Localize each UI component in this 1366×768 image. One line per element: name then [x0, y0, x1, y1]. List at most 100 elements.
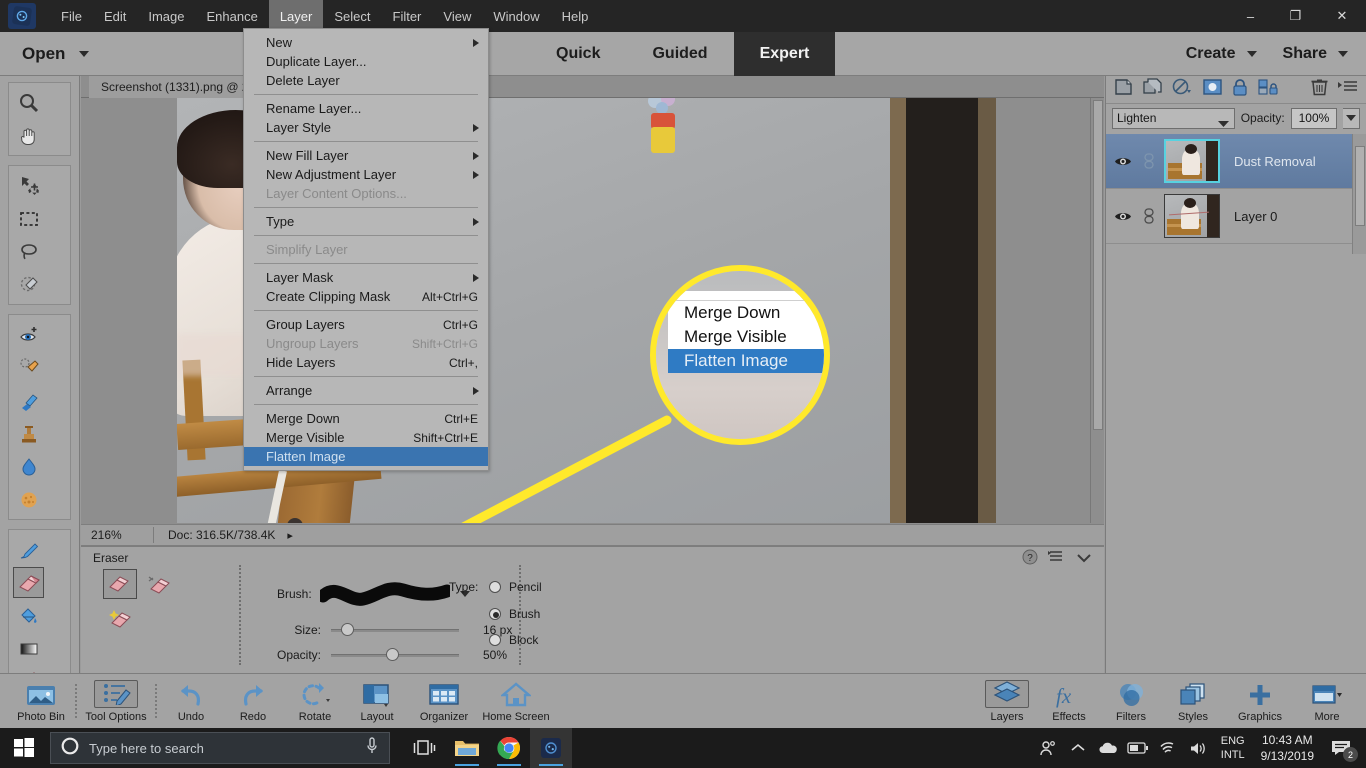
- search-input[interactable]: Type here to search: [50, 732, 390, 764]
- layers-panel-toolbar[interactable]: [1106, 76, 1366, 104]
- app-bottom-bar-left[interactable]: Photo Bin Tool Options Undo Redo Rotate …: [0, 675, 552, 727]
- redo-button[interactable]: Redo: [222, 675, 284, 727]
- smart-brush-tool-icon[interactable]: [13, 385, 44, 416]
- panel-menu-icon[interactable]: [1338, 80, 1358, 99]
- layers-panel-scroll-thumb[interactable]: [1355, 146, 1365, 226]
- menu-item-type[interactable]: Type: [244, 212, 488, 231]
- photo-bin-button[interactable]: Photo Bin: [10, 675, 72, 727]
- language-indicator[interactable]: ENG INTL: [1213, 734, 1253, 762]
- menu-image[interactable]: Image: [137, 0, 195, 32]
- hand-tool-icon[interactable]: [13, 120, 44, 151]
- background-eraser-mode-icon[interactable]: [141, 569, 175, 599]
- volume-icon[interactable]: [1183, 728, 1213, 768]
- photoshop-elements-taskbar-icon[interactable]: [530, 728, 572, 768]
- layer-row-layer-0[interactable]: Layer 0: [1106, 189, 1353, 244]
- layer-thumbnail[interactable]: [1164, 139, 1220, 183]
- lock-all-icon[interactable]: [1258, 78, 1279, 101]
- document-tab[interactable]: Screenshot (1331).png @ 2: [89, 76, 261, 98]
- size-slider[interactable]: [331, 623, 459, 637]
- task-view-icon[interactable]: [404, 728, 446, 768]
- rotate-button[interactable]: Rotate: [284, 675, 346, 727]
- brush-tool-icon[interactable]: [13, 534, 44, 565]
- tool-options-right-icons[interactable]: ?: [1022, 549, 1092, 570]
- brush-picker-row[interactable]: Brush:: [277, 579, 470, 609]
- size-row[interactable]: Size: 16 px: [281, 623, 512, 637]
- type-option-brush[interactable]: Brush: [489, 607, 540, 621]
- eraser-mode-buttons[interactable]: [103, 569, 175, 634]
- menu-item-hide-layers[interactable]: Hide Layers Ctrl+,: [244, 353, 488, 372]
- type-option-pencil[interactable]: Pencil: [489, 580, 542, 594]
- layers-button[interactable]: Layers: [976, 675, 1038, 727]
- block-radio-icon[interactable]: [489, 634, 501, 646]
- opacity-slider[interactable]: [331, 648, 459, 662]
- red-eye-removal-tool-icon[interactable]: [13, 319, 44, 350]
- layers-panel-scrollbar[interactable]: [1352, 134, 1366, 254]
- menu-file[interactable]: File: [50, 0, 93, 32]
- google-chrome-icon[interactable]: [488, 728, 530, 768]
- quick-selection-tool-icon[interactable]: [13, 269, 44, 300]
- canvas-area[interactable]: Merge Down Merge Visible Flatten Image: [81, 98, 1104, 523]
- adjustment-layer-icon[interactable]: [1172, 78, 1193, 101]
- show-hidden-icons-chevron[interactable]: [1063, 728, 1093, 768]
- windows-start-icon[interactable]: [0, 728, 48, 768]
- spot-healing-brush-tool-icon[interactable]: [13, 352, 44, 383]
- eraser-mode-icon[interactable]: [103, 569, 137, 599]
- menu-edit[interactable]: Edit: [93, 0, 137, 32]
- eraser-tool-icon[interactable]: [13, 567, 44, 598]
- lock-layer-icon[interactable]: [1232, 78, 1248, 101]
- canvas-vertical-scrollbar[interactable]: [1090, 98, 1104, 523]
- opacity-row[interactable]: Opacity: 50%: [257, 648, 507, 662]
- layer-visibility-eye-icon[interactable]: [1112, 155, 1134, 168]
- graphics-button[interactable]: Graphics: [1224, 675, 1296, 727]
- layer-visibility-eye-icon[interactable]: [1112, 210, 1134, 223]
- tab-quick[interactable]: Quick: [530, 32, 626, 76]
- rectangular-marquee-tool-icon[interactable]: [13, 203, 44, 234]
- layer-name[interactable]: Layer 0: [1226, 209, 1277, 224]
- layer-link-icon[interactable]: [1140, 208, 1158, 224]
- layers-blend-row[interactable]: Lighten Opacity: 100%: [1106, 104, 1366, 132]
- move-tool-icon[interactable]: [13, 170, 44, 201]
- file-explorer-icon[interactable]: [446, 728, 488, 768]
- open-button[interactable]: Open: [22, 44, 90, 64]
- close-button[interactable]: ✕: [1318, 0, 1366, 32]
- tool-options-button[interactable]: Tool Options: [80, 675, 152, 727]
- help-icon[interactable]: ?: [1022, 549, 1038, 570]
- layer-opacity-dropdown-icon[interactable]: [1343, 107, 1360, 129]
- minimize-button[interactable]: –: [1228, 0, 1273, 32]
- tab-expert[interactable]: Expert: [733, 32, 836, 76]
- notification-center-button[interactable]: 2: [1322, 728, 1360, 768]
- size-slider-knob[interactable]: [341, 623, 354, 636]
- panel-menu-icon[interactable]: [1048, 550, 1066, 569]
- lasso-tool-icon[interactable]: [13, 236, 44, 267]
- menu-item-group-layers[interactable]: Group Layers Ctrl+G: [244, 315, 488, 334]
- more-button[interactable]: More: [1296, 675, 1358, 727]
- tools-panel[interactable]: [0, 76, 80, 768]
- layer-dropdown-menu[interactable]: New Duplicate Layer... Delete Layer Rena…: [243, 28, 489, 471]
- menu-item-rename-layer[interactable]: Rename Layer...: [244, 99, 488, 118]
- system-tray[interactable]: ENG INTL 10:43 AM 9/13/2019 2: [1033, 728, 1366, 768]
- delete-layer-icon[interactable]: [1311, 78, 1328, 101]
- layer-name[interactable]: Dust Removal: [1226, 154, 1316, 169]
- zoom-level[interactable]: 216%: [81, 528, 153, 542]
- layer-list[interactable]: Dust Removal Layer 0: [1106, 134, 1353, 244]
- filters-button[interactable]: Filters: [1100, 675, 1162, 727]
- create-button[interactable]: Create: [1186, 45, 1257, 63]
- home-screen-button[interactable]: Home Screen: [480, 675, 552, 727]
- canvas-vertical-scroll-thumb[interactable]: [1093, 100, 1103, 430]
- blend-mode-select[interactable]: Lighten: [1112, 107, 1235, 129]
- zoom-tool-icon[interactable]: [13, 87, 44, 118]
- menu-item-new-adjustment-layer[interactable]: New Adjustment Layer: [244, 165, 488, 184]
- onedrive-cloud-icon[interactable]: [1093, 728, 1123, 768]
- mode-tabs[interactable]: Quick Guided Expert: [530, 32, 836, 76]
- chevron-down-icon[interactable]: [1076, 551, 1092, 569]
- layer-mask-icon[interactable]: [1203, 78, 1222, 101]
- new-layer-icon[interactable]: [1114, 78, 1133, 101]
- menu-item-layer-style[interactable]: Layer Style: [244, 118, 488, 137]
- menu-item-new[interactable]: New: [244, 33, 488, 52]
- wifi-icon[interactable]: [1153, 728, 1183, 768]
- app-bottom-bar-right[interactable]: Layers fx Effects Filters Styles Graphic…: [976, 675, 1358, 727]
- menu-item-merge-down[interactable]: Merge Down Ctrl+E: [244, 409, 488, 428]
- pencil-radio-icon[interactable]: [489, 581, 501, 593]
- menu-item-flatten-image[interactable]: Flatten Image: [244, 447, 488, 466]
- people-icon[interactable]: [1033, 728, 1063, 768]
